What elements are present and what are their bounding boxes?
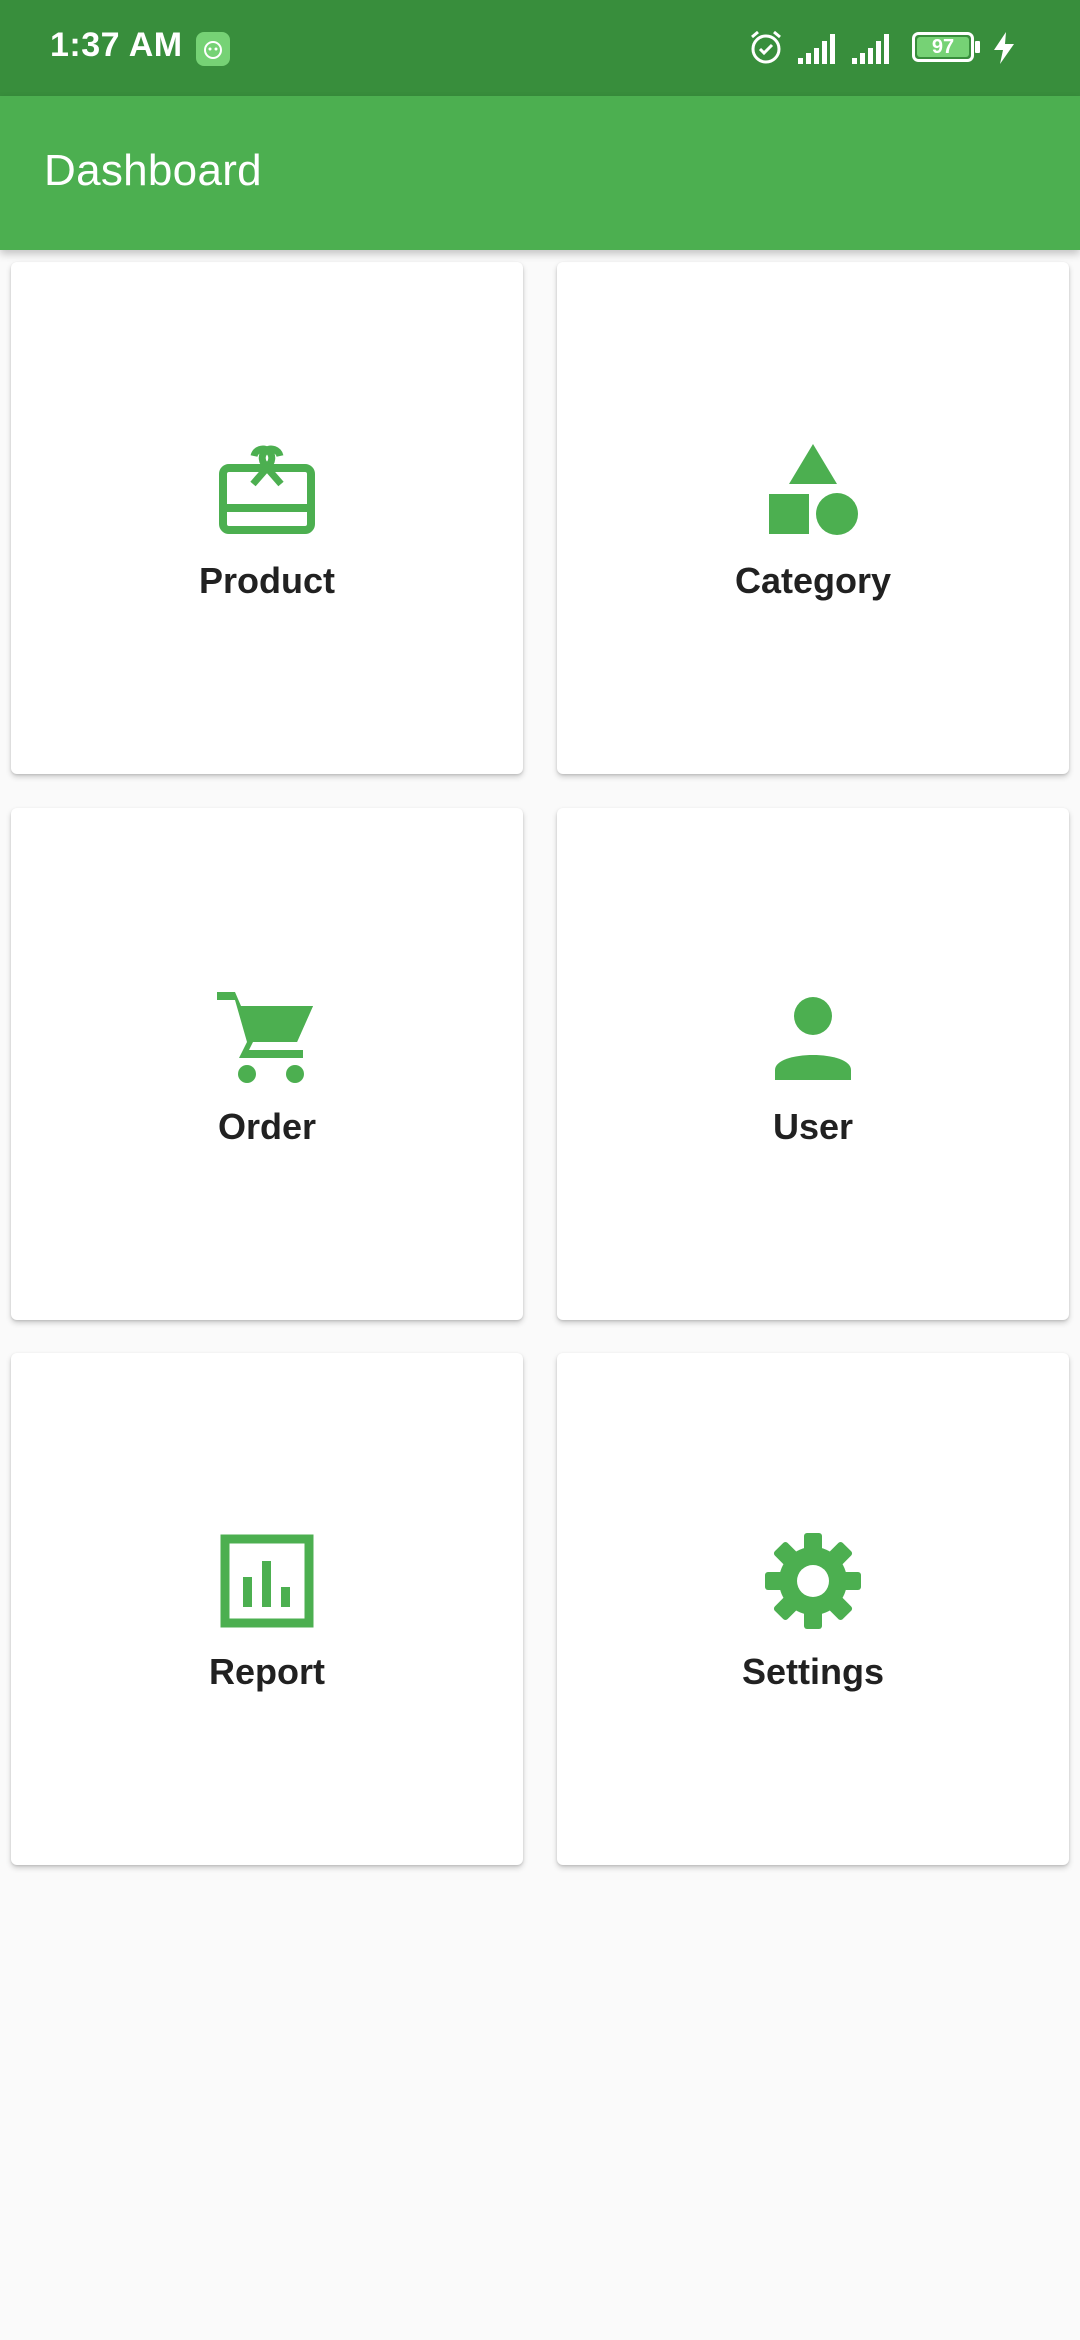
bar-chart-icon xyxy=(220,1534,314,1628)
status-bar: 1:37 AM 97 xyxy=(0,0,1080,96)
signal-icon xyxy=(798,34,835,64)
order-tile[interactable]: Order xyxy=(11,808,523,1320)
user-tile-label: User xyxy=(772,1106,854,1147)
charging-icon xyxy=(994,32,1014,64)
person-icon xyxy=(775,997,851,1080)
product-tile[interactable]: Product xyxy=(11,262,523,774)
alarm-icon xyxy=(751,30,781,64)
gear-icon xyxy=(765,1533,861,1629)
shopping-cart-icon xyxy=(217,992,313,1083)
product-tile-label: Product xyxy=(198,560,335,601)
status-time: 1:37 AM xyxy=(50,26,183,64)
report-tile[interactable]: Report xyxy=(11,1353,523,1865)
page-title: Dashboard xyxy=(44,146,262,195)
report-tile-label: Report xyxy=(209,1651,325,1692)
status-icons: 97 xyxy=(746,28,1046,68)
signal-icon xyxy=(852,34,889,64)
shapes-icon xyxy=(769,444,858,535)
settings-tile[interactable]: Settings xyxy=(557,1353,1069,1865)
user-tile[interactable]: User xyxy=(557,808,1069,1320)
app-notification-icon xyxy=(196,32,230,66)
app-bar: Dashboard xyxy=(0,96,1080,250)
gift-card-icon xyxy=(219,445,315,534)
battery-level: 97 xyxy=(931,36,955,58)
settings-tile-label: Settings xyxy=(741,1651,884,1692)
order-tile-label: Order xyxy=(217,1106,317,1147)
category-tile-label: Category xyxy=(734,560,892,601)
category-tile[interactable]: Category xyxy=(557,262,1069,774)
battery-icon: 97 xyxy=(912,32,982,62)
